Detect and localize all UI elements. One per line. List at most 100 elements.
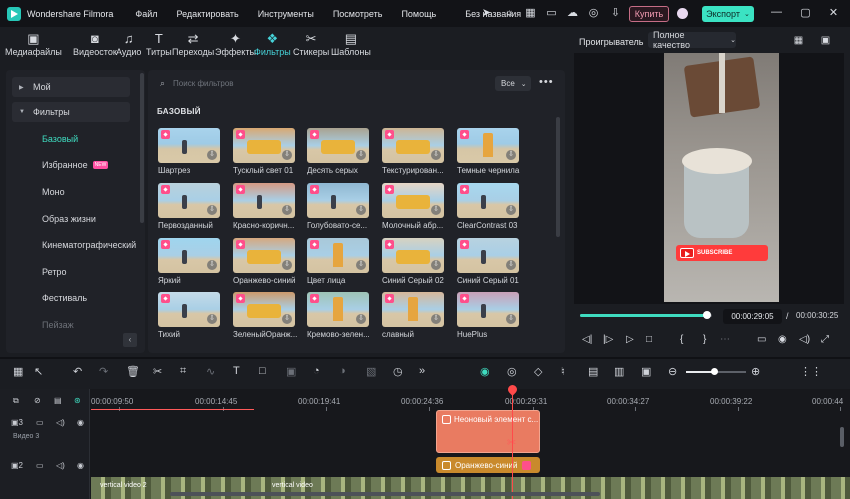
- tab-stock-video[interactable]: ◙ Видеосток: [73, 31, 117, 57]
- tab-stickers[interactable]: ✂ Стикеры: [293, 31, 329, 57]
- mask-icon[interactable]: ▣: [286, 365, 296, 378]
- sidebar-scrollbar[interactable]: [140, 73, 144, 223]
- download-icon[interactable]: ⇩: [609, 7, 622, 20]
- camera-icon[interactable]: ◉: [778, 334, 787, 345]
- snapshot-icon[interactable]: ▣: [819, 34, 832, 47]
- menu-tools[interactable]: Инструменты: [258, 9, 314, 19]
- playhead[interactable]: [512, 386, 513, 499]
- download-icon[interactable]: ⇩: [431, 205, 441, 215]
- track-3-visibility-icon[interactable]: ◉: [77, 418, 84, 427]
- undo-icon[interactable]: ↶: [73, 365, 82, 378]
- playback-progress-knob[interactable]: [703, 311, 711, 319]
- minimize-icon[interactable]: —: [770, 6, 783, 19]
- sidebar-item-landscape[interactable]: Пейзаж: [6, 315, 130, 335]
- sidebar-item-festival[interactable]: Фестиваль: [6, 288, 130, 308]
- audio-stretch-icon[interactable]: ∿: [206, 365, 215, 378]
- fullscreen-icon[interactable]: ⤢: [821, 334, 829, 345]
- filter-thumbnail[interactable]: ⇩: [158, 128, 220, 163]
- buy-button[interactable]: Купить: [629, 6, 669, 22]
- export-button[interactable]: Экспорт ⌄: [702, 6, 754, 22]
- previous-frame-icon[interactable]: ◁|: [582, 334, 592, 345]
- filter-thumbnail[interactable]: ⇩: [233, 128, 295, 163]
- download-icon[interactable]: ⇩: [506, 205, 516, 215]
- download-icon[interactable]: ⇩: [431, 150, 441, 160]
- mark-out-icon[interactable]: }: [703, 334, 706, 345]
- voiceover-icon[interactable]: ▤: [588, 365, 598, 378]
- download-icon[interactable]: ⇩: [506, 314, 516, 324]
- lightbulb-icon[interactable]: ☼: [503, 7, 516, 20]
- delete-icon[interactable]: 🗑: [126, 365, 140, 378]
- cloud-icon[interactable]: ☁: [566, 7, 579, 20]
- sidebar-item-retro[interactable]: Ретро: [6, 262, 130, 282]
- download-icon[interactable]: ⇩: [431, 260, 441, 270]
- download-icon[interactable]: ⇩: [207, 314, 217, 324]
- filter-thumbnail[interactable]: ⇩: [158, 183, 220, 218]
- avatar[interactable]: [677, 8, 688, 19]
- download-icon[interactable]: ⇩: [207, 260, 217, 270]
- magnet-icon[interactable]: ⊛: [74, 396, 81, 405]
- track-3-audio-icon[interactable]: ◁): [56, 418, 65, 427]
- track-2-visibility-icon[interactable]: ◉: [77, 461, 84, 470]
- filter-thumbnail[interactable]: ⇩: [307, 183, 369, 218]
- download-icon[interactable]: ⇩: [356, 205, 366, 215]
- stop-icon[interactable]: □: [646, 334, 652, 345]
- timeline-horizontal-scrollbar[interactable]: [170, 492, 600, 496]
- keyframe-icon[interactable]: ▥: [614, 365, 624, 378]
- crop-icon[interactable]: ⌗: [180, 365, 186, 378]
- snap-icon[interactable]: ◎: [507, 365, 517, 378]
- filter-sort-select[interactable]: Все ⌄: [495, 76, 531, 91]
- filter-thumbnail[interactable]: ⇩: [382, 292, 444, 327]
- tab-audio[interactable]: ♫ Аудио: [116, 31, 141, 57]
- track-settings-icon[interactable]: ⋮⋮: [800, 365, 822, 378]
- maximize-icon[interactable]: ▢: [799, 7, 812, 20]
- tab-filters[interactable]: ❖ Фильтры: [254, 31, 291, 57]
- sidebar-item-basic[interactable]: Базовый: [6, 129, 130, 149]
- filter-thumbnail[interactable]: ⇩: [457, 238, 519, 273]
- speed-icon[interactable]: ◔: [313, 365, 320, 377]
- download-icon[interactable]: ⇩: [506, 150, 516, 160]
- more-tools-icon[interactable]: »: [419, 365, 425, 377]
- download-icon[interactable]: ⇩: [282, 314, 292, 324]
- tab-effects[interactable]: ✦ Эффекты: [215, 31, 256, 57]
- filter-search[interactable]: ⌕ Поиск фильтров: [160, 76, 490, 90]
- track-2-audio-icon[interactable]: ◁): [56, 461, 65, 470]
- zoom-in-icon[interactable]: ⊕: [751, 365, 760, 378]
- download-icon[interactable]: ⇩: [282, 205, 292, 215]
- zoom-out-icon[interactable]: ⊖: [668, 365, 677, 378]
- download-icon[interactable]: ⇩: [506, 260, 516, 270]
- filter-thumbnail[interactable]: ⇩: [457, 128, 519, 163]
- filter-thumbnail[interactable]: ⇩: [233, 292, 295, 327]
- filter-thumbnail[interactable]: ⇩: [457, 183, 519, 218]
- menu-edit[interactable]: Редактировать: [177, 9, 239, 19]
- frame-icon[interactable]: ▣: [641, 365, 651, 378]
- sidebar-item-lifestyle[interactable]: Образ жизни: [6, 209, 130, 229]
- close-icon[interactable]: ✕: [827, 7, 840, 20]
- sidebar-group-my[interactable]: ▶ Мой: [12, 77, 130, 97]
- text-icon[interactable]: T: [233, 365, 240, 377]
- orange-blue-filter-clip[interactable]: Оранжево-синий: [436, 457, 540, 473]
- track-2-folder-icon[interactable]: ▭: [36, 461, 44, 470]
- grid-icon[interactable]: ▦: [524, 7, 537, 20]
- download-icon[interactable]: ⇩: [207, 205, 217, 215]
- select-arrow-icon[interactable]: ↖: [34, 365, 43, 378]
- menu-view[interactable]: Посмотреть: [333, 9, 383, 19]
- quality-select[interactable]: Полное качество ⌄: [648, 30, 736, 50]
- volume-icon[interactable]: ◁): [799, 334, 810, 345]
- cut-icon[interactable]: ✂: [153, 365, 162, 378]
- download-icon[interactable]: ⇩: [282, 150, 292, 160]
- add-track-icon[interactable]: ⧉: [13, 396, 19, 406]
- tab-media[interactable]: ▣ Медиафайлы: [5, 31, 62, 57]
- filter-thumbnail[interactable]: ⇩: [382, 183, 444, 218]
- color-icon[interactable]: ◑: [339, 365, 346, 377]
- headset-icon[interactable]: ◎: [587, 7, 600, 20]
- sidebar-group-filters[interactable]: ▼ Фильтры: [12, 102, 130, 122]
- sidebar-item-mono[interactable]: Моно: [6, 182, 130, 202]
- filter-thumbnail[interactable]: ⇩: [233, 183, 295, 218]
- link-icon[interactable]: ⊘: [34, 396, 41, 405]
- mark-in-icon[interactable]: {: [680, 334, 683, 345]
- filter-thumbnail[interactable]: ⇩: [307, 128, 369, 163]
- download-icon[interactable]: ⇩: [282, 260, 292, 270]
- tab-titles[interactable]: T Титры: [146, 31, 172, 57]
- microphone-icon[interactable]: ♮: [561, 365, 565, 378]
- more-controls-icon[interactable]: ⋯: [720, 334, 730, 345]
